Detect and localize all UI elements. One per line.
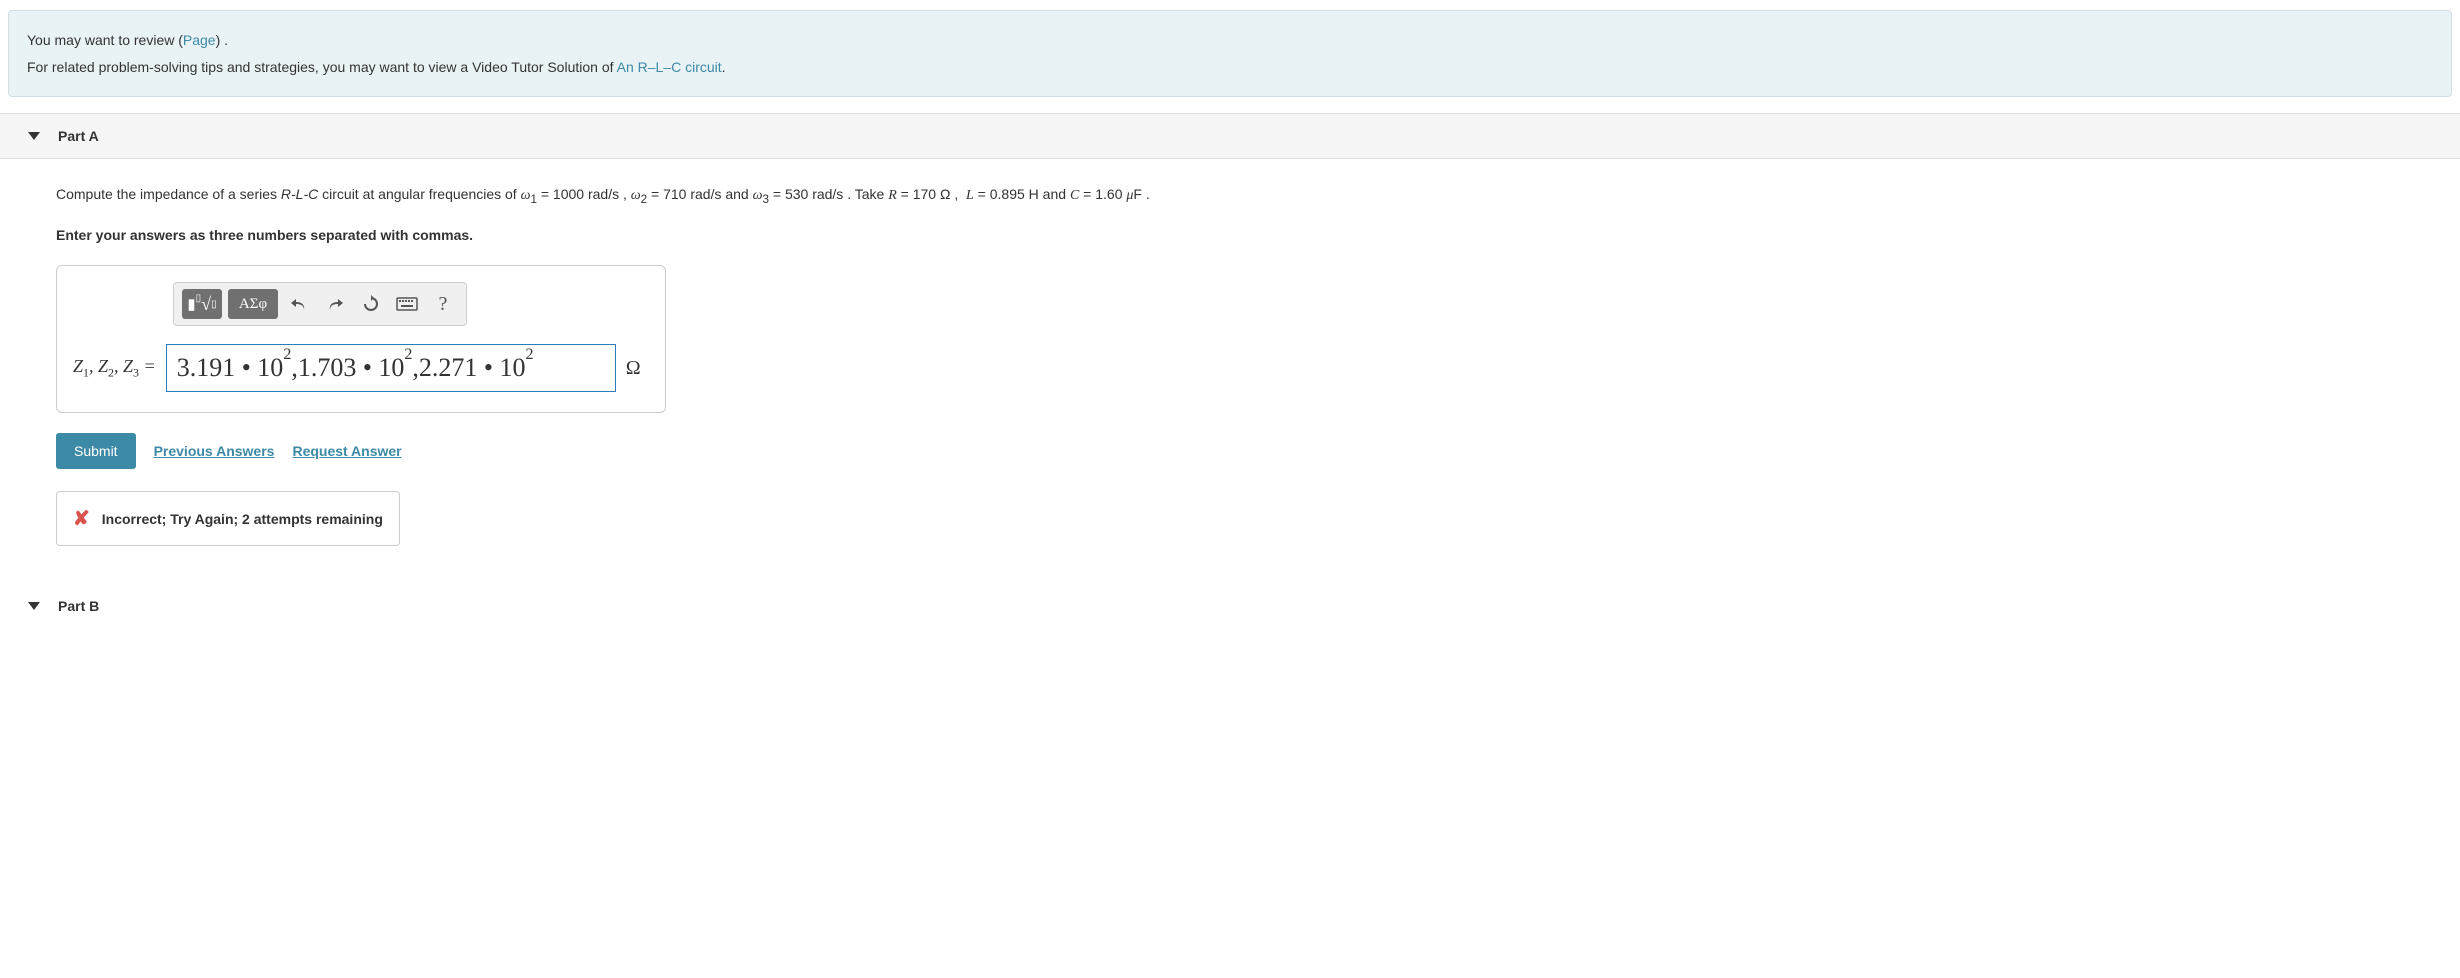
answer-instruction: Enter your answers as three numbers sepa… [56, 227, 2404, 243]
answer-area: ▮▯√▯ ΑΣφ ? Z1, Z2, Z3 = 3.191 • 102,1.70… [56, 265, 666, 413]
undo-button[interactable] [284, 289, 314, 319]
review-line-1: You may want to review (Page) . [27, 27, 2433, 54]
part-a-body: Compute the impedance of a series R-L-C … [0, 159, 2460, 568]
part-a-header[interactable]: Part A [0, 113, 2460, 159]
review-text: You may want to review ( [27, 32, 183, 48]
part-b-header[interactable]: Part B [0, 584, 2460, 618]
sqrt-icon: √ [201, 294, 211, 315]
equation-toolbar: ▮▯√▯ ΑΣφ ? [173, 282, 467, 326]
answer-input-row: Z1, Z2, Z3 = 3.191 • 102,1.703 • 102,2.2… [73, 344, 649, 392]
previous-answers-link[interactable]: Previous Answers [154, 443, 275, 459]
box-icon: ▯ [211, 299, 217, 310]
chevron-down-icon [28, 602, 40, 610]
answer-input[interactable]: 3.191 • 102,1.703 • 102,2.271 • 102 [166, 344, 616, 392]
incorrect-x-icon: ✘ [73, 506, 90, 531]
symbols-button[interactable]: ΑΣφ [228, 289, 278, 319]
keyboard-button[interactable] [392, 289, 422, 319]
unit-label: Ω [626, 357, 641, 380]
reset-button[interactable] [356, 289, 386, 319]
review-text: For related problem-solving tips and str… [27, 59, 617, 75]
templates-button[interactable]: ▮▯√▯ [182, 289, 222, 319]
redo-button[interactable] [320, 289, 350, 319]
help-button[interactable]: ? [428, 289, 458, 319]
review-text: . [722, 59, 726, 75]
feedback-box: ✘ Incorrect; Try Again; 2 attempts remai… [56, 491, 400, 546]
keyboard-icon [396, 297, 418, 311]
reset-icon [362, 295, 380, 313]
chevron-down-icon [28, 132, 40, 140]
rect-icon: ▮ [187, 295, 195, 314]
frac-icon: ▯ [196, 293, 202, 304]
review-line-2: For related problem-solving tips and str… [27, 54, 2433, 81]
review-page-link[interactable]: Page [183, 32, 216, 48]
part-a-title: Part A [58, 128, 99, 144]
review-hints-box: You may want to review (Page) . For rela… [8, 10, 2452, 97]
part-b-title: Part B [58, 598, 99, 614]
button-row: Submit Previous Answers Request Answer [56, 433, 2404, 469]
review-text: ) . [216, 32, 228, 48]
undo-icon [290, 296, 308, 312]
request-answer-link[interactable]: Request Answer [292, 443, 401, 459]
question-text: Compute the impedance of a series R-L-C … [56, 181, 2404, 211]
redo-icon [326, 296, 344, 312]
feedback-text: Incorrect; Try Again; 2 attempts remaini… [102, 511, 383, 527]
submit-button[interactable]: Submit [56, 433, 136, 469]
video-tutor-link[interactable]: An R–L–C circuit [617, 59, 722, 75]
variable-label: Z1, Z2, Z3 = [73, 356, 156, 381]
